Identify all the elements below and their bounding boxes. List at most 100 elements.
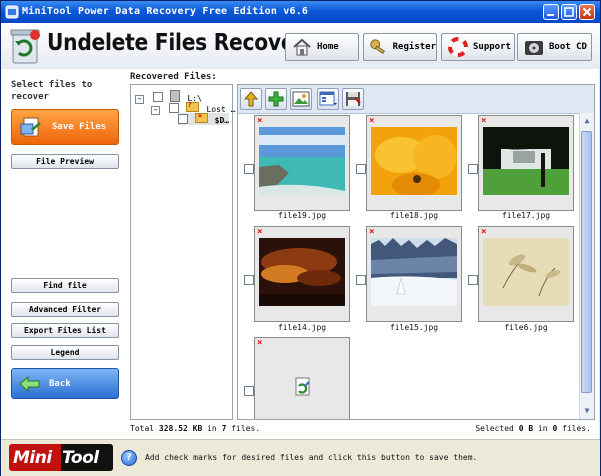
file-preview-button[interactable]: File Preview — [11, 154, 119, 169]
back-button[interactable]: Back — [11, 368, 119, 399]
export-files-list-button[interactable]: Export Files List — [11, 323, 119, 338]
file-card-file6[interactable]: × — [478, 226, 574, 322]
total-mid: in — [207, 424, 217, 433]
plus-icon — [268, 91, 284, 107]
folder-tree[interactable]: − L:\ − ? Lost … × $D… — [130, 84, 235, 420]
save-button[interactable] — [342, 88, 364, 110]
deleted-mark-icon: × — [369, 116, 375, 126]
file-preview-label: File Preview — [36, 157, 94, 166]
deleted-mark-icon: × — [257, 116, 263, 126]
file-checkbox[interactable] — [356, 164, 366, 174]
drive-icon — [169, 90, 180, 102]
file-checkbox[interactable] — [468, 164, 478, 174]
file-card-unknown[interactable]: × — [254, 337, 350, 419]
header-bar: Undelete Files Recovery Home Register Su… — [1, 23, 600, 69]
total-suffix: files. — [231, 424, 261, 433]
home-button[interactable]: Home — [285, 33, 359, 61]
tree-node-deleted[interactable]: × $D… — [178, 112, 230, 125]
scroll-down-icon[interactable]: ▼ — [581, 405, 593, 417]
collapse-icon[interactable]: − — [135, 95, 144, 104]
up-folder-button[interactable] — [240, 88, 262, 110]
file-name-label: file15.jpg — [389, 323, 439, 332]
file-card-file18[interactable]: × — [366, 115, 462, 211]
help-icon[interactable]: ? — [121, 450, 137, 466]
file-card-file17[interactable]: × — [478, 115, 574, 211]
photo-beach-thumbnail — [259, 127, 345, 195]
file-card-file14[interactable]: × — [254, 226, 350, 322]
deleted-mark-icon: × — [257, 227, 263, 237]
photo-snowy-forest-thumbnail — [371, 238, 457, 306]
photo-flower-thumbnail — [371, 127, 457, 195]
window-title: MiniTool Power Data Recovery Free Editio… — [22, 6, 309, 17]
view-list-icon — [319, 91, 337, 106]
total-size: 328.52 KB — [158, 424, 203, 433]
legend-button[interactable]: Legend — [11, 345, 119, 360]
tree-node-label: $D… — [214, 116, 230, 125]
selected-mid: in — [537, 424, 548, 433]
lifebuoy-icon — [448, 37, 468, 57]
file-card-file19[interactable]: × — [254, 115, 350, 211]
file-name-label: file19.jpg — [277, 211, 327, 220]
deleted-folder-icon: × — [194, 112, 208, 123]
export-files-list-label: Export Files List — [24, 326, 106, 335]
total-summary: Total 328.52 KB in 7 files. — [130, 424, 260, 433]
selected-prefix: Selected — [475, 424, 514, 433]
file-name-label: file14.jpg — [277, 323, 327, 332]
deleted-mark-icon: × — [257, 338, 263, 348]
tree-checkbox[interactable] — [168, 103, 179, 113]
image-icon — [292, 91, 310, 107]
support-button[interactable]: Support — [441, 33, 515, 61]
view-mode-button[interactable] — [317, 88, 339, 110]
advanced-filter-button[interactable]: Advanced Filter — [11, 302, 119, 317]
undelete-logo-icon — [10, 29, 40, 64]
file-name-label: file18.jpg — [389, 211, 439, 220]
file-checkbox[interactable] — [244, 386, 254, 396]
maximize-button[interactable] — [561, 4, 577, 20]
selected-count: 0 — [552, 424, 558, 433]
status-bar: Total 328.52 KB in 7 files. Selected 0 B… — [127, 421, 599, 437]
boot-cd-button[interactable]: Boot CD — [517, 33, 592, 61]
selected-suffix: files. — [562, 424, 591, 433]
scroll-up-icon[interactable]: ▲ — [581, 115, 593, 127]
app-title: Undelete Files Recovery — [47, 30, 317, 56]
vertical-scrollbar[interactable]: ▲ ▼ — [579, 113, 594, 419]
scrollbar-thumb[interactable] — [581, 131, 592, 393]
file-checkbox[interactable] — [244, 275, 254, 285]
file-checkbox[interactable] — [356, 275, 366, 285]
find-file-label: Find file — [43, 281, 87, 290]
image-view-button[interactable] — [290, 88, 312, 110]
selected-size: 0 B — [518, 424, 534, 433]
photo-tree-lawn-thumbnail — [483, 127, 569, 195]
find-file-button[interactable]: Find file — [11, 278, 119, 293]
left-panel-title: Select files to recover — [11, 80, 93, 102]
recovered-files-label: Recovered Files: — [130, 72, 217, 82]
maximize-icon — [564, 7, 574, 17]
save-files-label: Save Files — [52, 122, 107, 132]
home-icon — [293, 38, 311, 56]
minimize-button[interactable] — [543, 4, 559, 20]
file-grid-pane: × file19.jpg × file18.jpg × file17.jpg ×… — [237, 84, 595, 420]
file-checkbox[interactable] — [244, 164, 254, 174]
register-button[interactable]: Register — [363, 33, 437, 61]
cd-icon — [525, 41, 543, 55]
logo-text-mini: Mini — [13, 448, 52, 468]
save-files-button[interactable]: Save Files — [11, 109, 119, 145]
floppy-icon — [346, 92, 361, 106]
title-bar: MiniTool Power Data Recovery Free Editio… — [1, 1, 600, 23]
photo-dragonfly-sketch-thumbnail — [483, 238, 569, 306]
up-arrow-icon — [243, 91, 259, 107]
close-button[interactable] — [579, 4, 595, 20]
boot-cd-label: Boot CD — [549, 42, 587, 52]
add-button[interactable] — [265, 88, 287, 110]
file-card-file15[interactable]: × — [366, 226, 462, 322]
selected-summary: Selected 0 B in 0 files. — [475, 424, 591, 433]
close-icon — [582, 7, 592, 17]
file-checkbox[interactable] — [468, 275, 478, 285]
advanced-filter-label: Advanced Filter — [28, 305, 102, 314]
tree-checkbox[interactable] — [178, 114, 188, 124]
tree-checkbox[interactable] — [152, 92, 163, 102]
register-label: Register — [392, 42, 436, 52]
photo-sunset-clouds-thumbnail — [259, 238, 345, 306]
collapse-icon[interactable]: − — [151, 106, 160, 115]
left-panel: Select files to recover Save Files File … — [1, 69, 127, 439]
